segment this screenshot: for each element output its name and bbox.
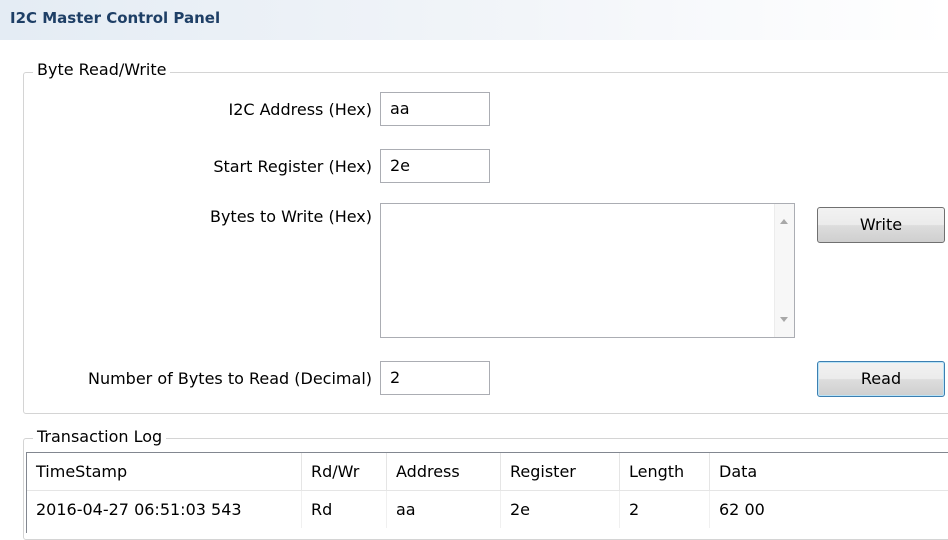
- cell-register: 2e: [501, 491, 620, 529]
- i2c-address-label: I2C Address (Hex): [228, 100, 372, 119]
- panel-header: I2C Master Control Panel: [0, 0, 948, 40]
- scroll-up-arrow-icon[interactable]: [780, 219, 788, 224]
- textarea-scrollbar[interactable]: [774, 204, 794, 337]
- transaction-log-table[interactable]: TimeStamp Rd/Wr Address Register Length …: [26, 453, 948, 528]
- write-button[interactable]: Write: [817, 207, 945, 243]
- cell-timestamp: 2016-04-27 06:51:03 543: [27, 491, 302, 529]
- scroll-down-arrow-icon[interactable]: [780, 317, 788, 322]
- i2c-address-input[interactable]: aa: [380, 92, 490, 126]
- bytes-to-write-textarea[interactable]: [380, 203, 795, 338]
- cell-length: 2: [620, 491, 710, 529]
- byte-read-write-legend: Byte Read/Write: [33, 60, 170, 79]
- panel-title: I2C Master Control Panel: [10, 9, 220, 27]
- transaction-log-legend: Transaction Log: [33, 427, 166, 446]
- start-register-label: Start Register (Hex): [213, 157, 372, 176]
- read-button[interactable]: Read: [817, 361, 945, 397]
- cell-address: aa: [387, 491, 501, 529]
- column-header-register[interactable]: Register: [501, 453, 620, 491]
- start-register-input[interactable]: 2e: [380, 149, 490, 183]
- bytes-to-write-label: Bytes to Write (Hex): [210, 207, 372, 226]
- column-header-rd-wr[interactable]: Rd/Wr: [302, 453, 387, 491]
- num-bytes-to-read-input[interactable]: 2: [380, 361, 490, 395]
- column-header-length[interactable]: Length: [620, 453, 710, 491]
- table-row[interactable]: 2016-04-27 06:51:03 543 Rd aa 2e 2 62 00: [27, 491, 948, 529]
- column-header-data[interactable]: Data: [710, 453, 948, 491]
- column-header-timestamp[interactable]: TimeStamp: [27, 453, 302, 491]
- cell-data: 62 00: [710, 491, 948, 529]
- table-header-row: TimeStamp Rd/Wr Address Register Length …: [27, 453, 948, 491]
- num-bytes-to-read-label: Number of Bytes to Read (Decimal): [88, 369, 372, 388]
- column-header-address[interactable]: Address: [387, 453, 501, 491]
- cell-rd-wr: Rd: [302, 491, 387, 529]
